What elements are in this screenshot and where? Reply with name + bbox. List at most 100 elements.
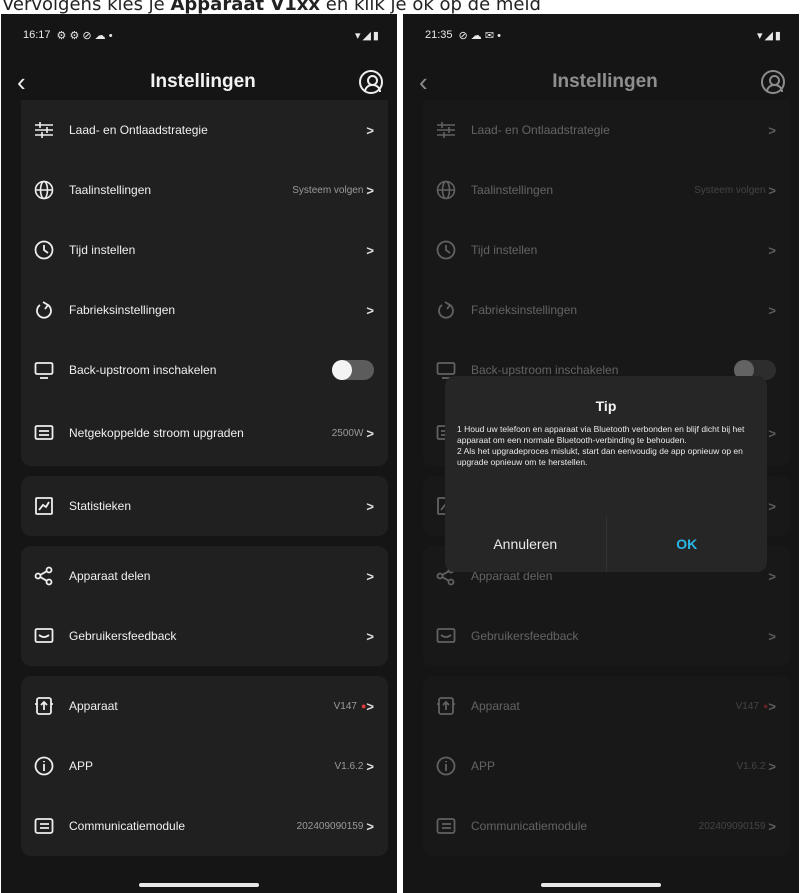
status-time: 16:17 [23, 29, 51, 41]
status-notification-icons: ⚙ ⚙ ⊘ ☁ • [56, 29, 113, 42]
reset-icon [33, 299, 55, 321]
settings-group-statistics: Statistieken > [21, 476, 388, 536]
settings-row: Apparaat V147 ● > [423, 676, 790, 736]
status-bar: 16:17 ⚙ ⚙ ⊘ ☁ • ▾◢▮ [1, 14, 397, 56]
row-value: V1.6.2 [736, 760, 766, 772]
chevron-right-icon: > [366, 182, 374, 198]
feedback-icon [33, 625, 55, 647]
row-label: Back-upstroom inschakelen [69, 363, 217, 377]
ok-button[interactable]: OK [607, 516, 768, 572]
chevron-right-icon: > [768, 698, 776, 714]
chart-icon [33, 495, 55, 517]
chevron-right-icon: > [366, 818, 374, 834]
signal-battery-icon: ▾◢▮ [354, 29, 381, 42]
chevron-right-icon: > [366, 498, 374, 514]
settings-row[interactable]: Laad- en Ontlaadstrategie > [21, 100, 388, 160]
settings-row[interactable]: APP V1.6.2 > [21, 736, 388, 796]
row-label: APP [471, 759, 496, 773]
row-label: Apparaat delen [69, 569, 151, 583]
chevron-right-icon: > [366, 568, 374, 584]
dialog-body-line-1: 1 Houd uw telefoon en apparaat via Bluet… [457, 424, 745, 445]
signal-battery-icon: ▾◢▮ [756, 29, 783, 42]
row-label: Taalinstellingen [69, 183, 152, 197]
settings-row[interactable]: Taalinstellingen Systeem volgen > [21, 160, 388, 220]
clock-icon [33, 239, 55, 261]
chevron-right-icon: > [366, 425, 374, 441]
settings-row[interactable]: Apparaat delen > [21, 546, 388, 606]
home-indicator[interactable] [139, 883, 259, 887]
row-label: APP [69, 759, 94, 773]
settings-row: Gebruikersfeedback > [423, 606, 790, 666]
account-icon[interactable] [358, 70, 383, 94]
home-indicator[interactable] [541, 883, 661, 887]
chevron-right-icon: > [768, 425, 776, 441]
clock-icon [435, 239, 457, 261]
caption-bold: Apparaat V1xx [170, 0, 321, 15]
row-label: Back-upstroom inschakelen [471, 363, 619, 377]
back-arrow-icon[interactable]: ‹ [17, 69, 47, 95]
settings-row: Back-upstroom inschakelen [21, 340, 388, 400]
settings-row[interactable]: Tijd instellen > [21, 220, 388, 280]
grid-power-icon [33, 422, 55, 444]
monitor-icon [33, 359, 55, 381]
device-icon [33, 695, 55, 717]
status-bar: 21:35 ⊘ ☁ ✉ • ▾◢▮ [403, 14, 799, 56]
chevron-right-icon: > [366, 122, 374, 138]
row-label: Apparaat [69, 699, 118, 713]
row-value: V1.6.2 [334, 760, 364, 772]
sliders-icon [435, 119, 457, 141]
row-value: 202409090159 [296, 820, 364, 832]
chevron-right-icon: > [768, 182, 776, 198]
row-value: V147 [735, 700, 759, 712]
cancel-button[interactable]: Annuleren [445, 516, 607, 572]
settings-row[interactable]: Apparaat V147 ● > [21, 676, 388, 736]
chevron-right-icon: > [768, 302, 776, 318]
row-value: V147 [333, 700, 357, 712]
row-label: Laad- en Ontlaadstrategie [69, 123, 208, 137]
row-label: Fabrieksinstellingen [69, 303, 176, 317]
chevron-right-icon: > [366, 698, 374, 714]
settings-row[interactable]: Gebruikersfeedback > [21, 606, 388, 666]
settings-group-about: Apparaat V147 ● > APP V1.6.2 > Communica… [423, 676, 790, 856]
settings-row[interactable]: Statistieken > [21, 476, 388, 536]
settings-row: Fabrieksinstellingen > [423, 280, 790, 340]
settings-row: Tijd instellen > [423, 220, 790, 280]
backup-power-toggle[interactable] [332, 360, 374, 380]
row-label: Communicatiemodule [69, 819, 186, 833]
row-label: Gebruikersfeedback [471, 629, 579, 643]
settings-row[interactable]: Netgekoppelde stroom upgraden 2500W > [21, 400, 388, 466]
info-icon [33, 755, 55, 777]
globe-icon [33, 179, 55, 201]
chevron-right-icon: > [768, 818, 776, 834]
row-label: Gebruikersfeedback [69, 629, 177, 643]
back-arrow-icon: ‹ [419, 67, 428, 97]
chevron-right-icon: > [366, 242, 374, 258]
page-title: Instellingen [552, 71, 658, 92]
globe-icon [435, 179, 457, 201]
feedback-icon [435, 625, 457, 647]
settings-row: Laad- en Ontlaadstrategie > [423, 100, 790, 160]
row-label: Communicatiemodule [471, 819, 588, 833]
chevron-right-icon: > [768, 242, 776, 258]
settings-row: Communicatiemodule 202409090159 > [423, 796, 790, 856]
settings-row[interactable]: Communicatiemodule 202409090159 > [21, 796, 388, 856]
sliders-icon [33, 119, 55, 141]
dialog-body-line-2: 2 Als het upgradeproces mislukt, start d… [457, 446, 743, 467]
caption-suffix: en klik je ok op de meld [320, 0, 541, 15]
chevron-right-icon: > [768, 568, 776, 584]
reset-icon [435, 299, 457, 321]
dialog-title: Tip [595, 398, 617, 414]
dialog-body: 1 Houd uw telefoon en apparaat via Bluet… [445, 414, 767, 504]
row-label: Taalinstellingen [471, 183, 554, 197]
info-icon [435, 755, 457, 777]
tip-dialog: Tip 1 Houd uw telefoon en apparaat via B… [445, 376, 767, 572]
settings-group-about: Apparaat V147 ● > APP V1.6.2 > Communica… [21, 676, 388, 856]
chevron-right-icon: > [366, 628, 374, 644]
row-label: Laad- en Ontlaadstrategie [471, 123, 610, 137]
settings-row[interactable]: Fabrieksinstellingen > [21, 280, 388, 340]
row-value: Systeem volgen [694, 184, 766, 196]
chevron-right-icon: > [768, 122, 776, 138]
share-icon [33, 565, 55, 587]
chevron-right-icon: > [768, 758, 776, 774]
module-icon [33, 815, 55, 837]
